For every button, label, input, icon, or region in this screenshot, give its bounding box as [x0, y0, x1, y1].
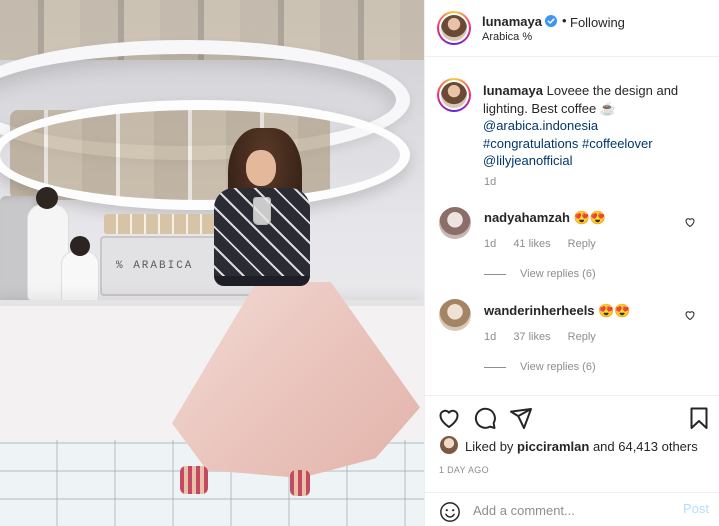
post-comment-button[interactable]: Post — [683, 501, 709, 516]
comment-icon[interactable] — [473, 406, 497, 430]
caption-text-line2: lighting. Best coffee ☕ — [483, 100, 617, 116]
caption-mention-arabica[interactable]: @arabica.indonesia — [483, 117, 707, 135]
comment-likes[interactable]: 37 likes — [513, 331, 550, 343]
comment-input[interactable] — [473, 500, 663, 520]
coffee-cup — [254, 198, 270, 224]
caption-timestamp[interactable]: 1d — [484, 176, 496, 188]
post-location[interactable]: Arabica % — [482, 31, 532, 43]
replies-line — [484, 273, 506, 275]
caption-hashtags[interactable]: #congratulations #coffeelover — [483, 135, 707, 153]
view-replies-button[interactable]: View replies (6) — [484, 268, 596, 280]
comment-username[interactable]: nadyahamzah — [484, 210, 570, 225]
post-caption: lunamaya Loveee the design and lighting.… — [483, 82, 707, 170]
emoji-smile-icon[interactable] — [439, 501, 461, 523]
post-side-panel: lunamaya • Following Arabica % lunamaya … — [424, 0, 719, 526]
view-replies-label: View replies (6) — [520, 361, 596, 373]
post-header: lunamaya • Following Arabica % — [425, 0, 719, 57]
shoe — [180, 466, 208, 494]
post-actions-section: Liked by picciramlan and 64,413 others 1… — [425, 395, 719, 522]
following-button[interactable]: Following — [570, 15, 625, 30]
comment-like-heart-icon[interactable] — [684, 216, 696, 228]
post-photo[interactable]: % ARABICA — [0, 0, 424, 526]
shoe — [290, 470, 310, 496]
post-time-ago[interactable]: 1 DAY AGO — [439, 465, 489, 475]
view-replies-label: View replies (6) — [520, 268, 596, 280]
reply-button[interactable]: Reply — [568, 238, 596, 250]
heart-icon[interactable] — [437, 406, 461, 430]
liker-avatar[interactable] — [440, 436, 458, 454]
bookmark-icon[interactable] — [687, 406, 711, 430]
caption-username[interactable]: lunamaya — [483, 83, 543, 98]
commenter-avatar[interactable] — [439, 299, 471, 331]
machine-brand-label: % ARABICA — [116, 260, 194, 272]
likes-summary: Liked by picciramlan and 64,413 others — [465, 439, 698, 454]
author-avatar[interactable] — [437, 11, 471, 45]
comment-age[interactable]: 1d — [484, 331, 496, 343]
caption-text-line1: Loveee the design and — [546, 83, 679, 98]
view-replies-button[interactable]: View replies (6) — [484, 361, 596, 373]
caption-mention-lilyjean[interactable]: @lilyjeanofficial — [483, 152, 707, 170]
comment-likes[interactable]: 41 likes — [513, 238, 550, 250]
replies-line — [484, 366, 506, 368]
counter-canopy-ring — [0, 100, 410, 210]
comment-text: 😍😍 — [573, 210, 606, 225]
comment-meta: 1d 41 likes Reply — [484, 238, 610, 250]
comment-2: wanderinherheels 😍😍 — [484, 303, 631, 319]
verified-badge-icon — [545, 15, 557, 27]
liked-by-others[interactable]: and 64,413 others — [593, 439, 698, 454]
add-comment-bar: Post — [425, 492, 719, 526]
commenter-avatar[interactable] — [439, 207, 471, 239]
comment-1: nadyahamzah 😍😍 — [484, 210, 606, 226]
liked-by-user[interactable]: picciramlan — [517, 439, 589, 454]
share-icon[interactable] — [509, 406, 533, 430]
author-username[interactable]: lunamaya — [482, 14, 542, 29]
comment-like-heart-icon[interactable] — [684, 309, 696, 321]
comment-meta: 1d 37 likes Reply — [484, 331, 610, 343]
liked-by-prefix: Liked by — [465, 439, 514, 454]
comment-age[interactable]: 1d — [484, 238, 496, 250]
caption-author-avatar[interactable] — [437, 78, 471, 112]
comment-username[interactable]: wanderinherheels — [484, 303, 595, 318]
comment-text: 😍😍 — [598, 303, 631, 318]
barista — [62, 236, 98, 302]
separator-dot: • — [562, 13, 567, 28]
reply-button[interactable]: Reply — [568, 331, 596, 343]
woman-face — [246, 150, 276, 186]
